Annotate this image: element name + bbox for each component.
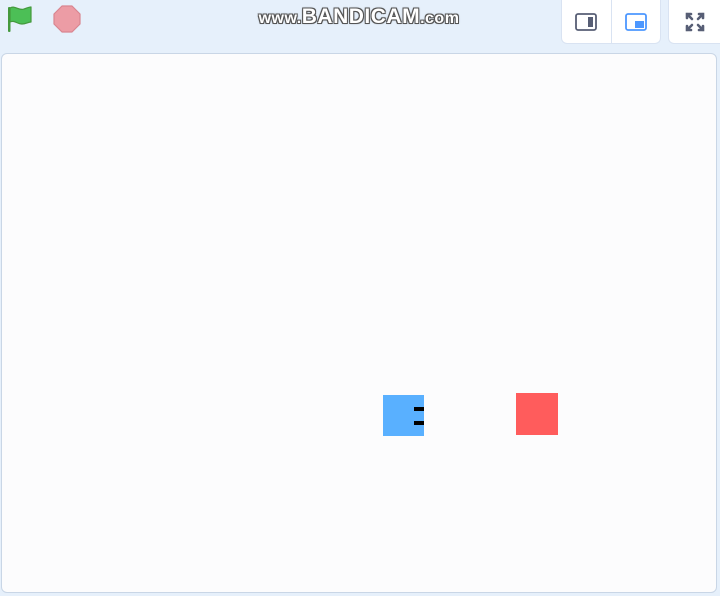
- stop-button[interactable]: [50, 2, 84, 36]
- watermark-suffix: .com: [420, 10, 460, 27]
- stage-canvas[interactable]: [1, 53, 717, 593]
- stage-size-toggle: [561, 0, 661, 44]
- watermark-brand: BANDICAM: [301, 5, 421, 28]
- small-stage-button[interactable]: [562, 0, 612, 43]
- player-eye-bottom: [414, 421, 424, 425]
- green-flag-button[interactable]: [2, 2, 36, 36]
- player-eye-top: [414, 407, 424, 411]
- watermark-prefix: www.: [258, 10, 302, 27]
- normal-stage-button[interactable]: [612, 0, 661, 43]
- normal-stage-icon: [624, 12, 647, 31]
- player-sprite[interactable]: [383, 395, 424, 436]
- scratch-player: www.BANDICAM.com: [0, 0, 720, 596]
- green-flag-icon: [8, 6, 32, 32]
- fullscreen-button[interactable]: [668, 0, 720, 44]
- small-stage-icon: [575, 12, 598, 31]
- bandicam-watermark: www.BANDICAM.com: [236, 5, 482, 29]
- enemy-sprite[interactable]: [516, 393, 558, 435]
- fullscreen-icon: [685, 12, 704, 31]
- stage-header: www.BANDICAM.com: [0, 0, 720, 44]
- stop-sign-icon: [53, 5, 81, 33]
